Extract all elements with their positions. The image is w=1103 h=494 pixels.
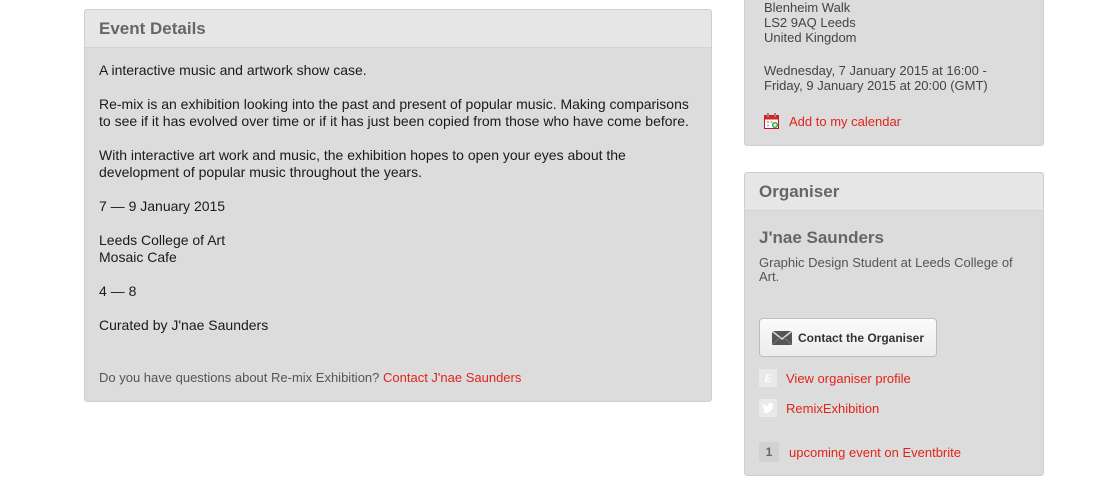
organiser-panel: Organiser J'nae Saunders Graphic Design …	[744, 172, 1044, 476]
event-paragraph: Re-mix is an exhibition looking into the…	[99, 96, 689, 129]
contact-organiser-button[interactable]: Contact the Organiser	[759, 318, 937, 357]
twitter-icon	[759, 399, 777, 417]
date-end: Friday, 9 January 2015 at 20:00 (GMT)	[764, 78, 988, 93]
event-date-range: Wednesday, 7 January 2015 at 16:00 - Fri…	[764, 63, 988, 93]
event-details-title: Event Details	[85, 10, 711, 48]
organiser-title: Organiser	[745, 173, 1043, 211]
event-dates: 7 — 9 January 2015	[99, 198, 226, 214]
address-line: LS2 9AQ Leeds	[764, 15, 856, 30]
event-curator: Curated by J'nae Saunders	[99, 317, 269, 333]
upcoming-count-badge: 1	[759, 442, 779, 462]
add-to-calendar-link[interactable]: Add to my calendar	[789, 114, 901, 129]
event-questions: Do you have questions about Re-mix Exhib…	[99, 370, 521, 385]
eventbrite-icon: E	[759, 369, 777, 387]
date-start: Wednesday, 7 January 2015 at 16:00 -	[764, 63, 987, 78]
twitter-handle-link[interactable]: RemixExhibition	[786, 401, 879, 416]
event-venue: Leeds College of Art Mosaic Cafe	[99, 232, 226, 265]
address-line: United Kingdom	[764, 30, 857, 45]
envelope-icon	[771, 329, 793, 345]
address-line: Blenheim Walk	[764, 0, 851, 15]
organiser-description: Graphic Design Student at Leeds College …	[759, 255, 1013, 284]
organiser-name: J'nae Saunders	[759, 228, 884, 247]
location-panel: Blenheim Walk LS2 9AQ Leeds United Kingd…	[744, 0, 1044, 146]
contact-organiser-label: Contact the Organiser	[798, 330, 925, 345]
questions-text: Do you have questions about Re-mix Exhib…	[99, 370, 380, 385]
add-to-calendar[interactable]: Add to my calendar	[764, 112, 901, 130]
event-times: 4 — 8	[99, 283, 137, 299]
event-paragraph: A interactive music and artwork show cas…	[99, 62, 367, 78]
organiser-profile-row[interactable]: E View organiser profile	[759, 368, 911, 388]
contact-organiser-link[interactable]: Contact J'nae Saunders	[383, 370, 521, 385]
event-paragraph: With interactive art work and music, the…	[99, 147, 626, 180]
upcoming-events-link[interactable]: upcoming event on Eventbrite	[789, 445, 961, 460]
event-description: A interactive music and artwork show cas…	[85, 48, 711, 334]
venue-address: Blenheim Walk LS2 9AQ Leeds United Kingd…	[764, 0, 857, 45]
upcoming-events-row[interactable]: 1 upcoming event on Eventbrite	[759, 442, 961, 462]
view-organiser-profile-link[interactable]: View organiser profile	[786, 371, 911, 386]
calendar-icon	[764, 113, 779, 129]
event-details-panel: Event Details A interactive music and ar…	[84, 9, 712, 402]
twitter-row[interactable]: RemixExhibition	[759, 398, 879, 418]
